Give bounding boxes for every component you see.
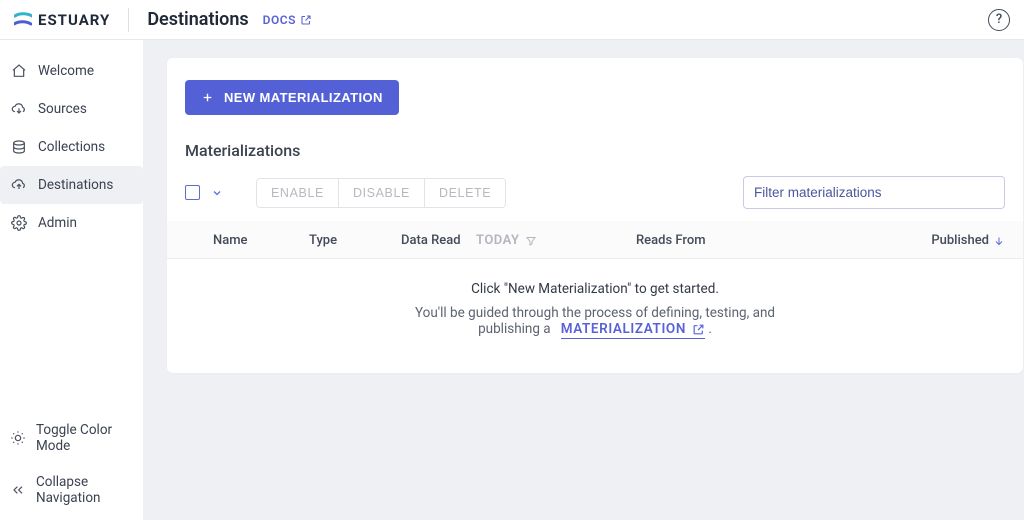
gear-icon	[10, 214, 28, 232]
bulk-action-group: ENABLE DISABLE DELETE	[256, 178, 506, 208]
topbar: ESTUARY Destinations DOCS ?	[0, 0, 1024, 40]
column-today-label: TODAY	[476, 233, 520, 248]
sidebar-bottom-label: Collapse Navigation	[36, 474, 131, 506]
docs-link-label: DOCS	[263, 13, 296, 27]
sidebar-item-label: Destinations	[38, 177, 113, 193]
sidebar-bottom-label: Toggle Color Mode	[36, 422, 131, 454]
materializations-card: NEW MATERIALIZATION Materializations ENA…	[167, 58, 1023, 373]
enable-button[interactable]: ENABLE	[257, 179, 338, 207]
column-name[interactable]: Name	[213, 233, 309, 248]
disable-button[interactable]: DISABLE	[338, 179, 424, 207]
filter-icon	[525, 235, 537, 247]
sidebar-item-label: Welcome	[38, 63, 94, 79]
cloud-download-icon	[10, 100, 28, 118]
new-materialization-button[interactable]: NEW MATERIALIZATION	[185, 80, 399, 115]
brand-mark-icon	[14, 12, 32, 28]
cloud-upload-icon	[10, 176, 28, 194]
brand-logo[interactable]: ESTUARY	[14, 11, 110, 29]
column-type[interactable]: Type	[309, 233, 401, 248]
chevrons-left-icon	[10, 481, 26, 499]
empty-line-1: Click "New Materialization" to get start…	[167, 281, 1023, 297]
toggle-color-mode[interactable]: Toggle Color Mode	[0, 412, 143, 464]
content-area: NEW MATERIALIZATION Materializations ENA…	[143, 40, 1024, 520]
sidebar-item-destinations[interactable]: Destinations	[0, 166, 143, 204]
filter-input[interactable]	[743, 176, 1005, 209]
new-button-label: NEW MATERIALIZATION	[224, 90, 383, 105]
select-all-checkbox[interactable]	[185, 185, 200, 200]
sidebar-item-label: Collections	[38, 139, 105, 155]
sort-descending-icon	[993, 235, 1005, 247]
sidebar: Welcome Sources Collections	[0, 40, 143, 520]
column-published[interactable]: Published	[931, 233, 1005, 248]
home-icon	[10, 62, 28, 80]
column-published-label: Published	[931, 233, 989, 248]
sidebar-item-admin[interactable]: Admin	[0, 204, 143, 242]
sidebar-item-sources[interactable]: Sources	[0, 90, 143, 128]
divider	[128, 8, 129, 32]
materialization-link-label: MATERIALIZATION	[561, 321, 686, 337]
external-link-icon	[300, 14, 312, 26]
sidebar-item-label: Sources	[38, 101, 87, 117]
help-button[interactable]: ?	[988, 9, 1010, 31]
materialization-docs-link[interactable]: MATERIALIZATION	[561, 321, 705, 339]
plus-icon	[201, 91, 214, 104]
table-header: Name Type Data Read TODAY Reads From Pub…	[167, 221, 1023, 259]
docs-link[interactable]: DOCS	[263, 13, 312, 27]
column-today[interactable]: TODAY	[476, 233, 636, 248]
table-toolbar: ENABLE DISABLE DELETE	[167, 176, 1023, 209]
sun-icon	[10, 429, 26, 447]
brand-name: ESTUARY	[38, 11, 110, 29]
select-dropdown[interactable]	[206, 182, 228, 204]
sidebar-item-label: Admin	[38, 215, 77, 231]
external-link-icon	[692, 323, 705, 336]
column-reads-from[interactable]: Reads From	[636, 233, 776, 248]
sidebar-item-collections[interactable]: Collections	[0, 128, 143, 166]
sidebar-item-welcome[interactable]: Welcome	[0, 52, 143, 90]
empty-state: Click "New Materialization" to get start…	[167, 259, 1023, 345]
database-icon	[10, 138, 28, 156]
page-title: Destinations	[147, 9, 248, 30]
delete-button[interactable]: DELETE	[424, 179, 505, 207]
empty-line-2: You'll be guided through the process of …	[167, 305, 1023, 339]
section-title: Materializations	[185, 141, 1023, 160]
column-data-read[interactable]: Data Read	[401, 233, 466, 248]
collapse-navigation[interactable]: Collapse Navigation	[0, 464, 143, 516]
